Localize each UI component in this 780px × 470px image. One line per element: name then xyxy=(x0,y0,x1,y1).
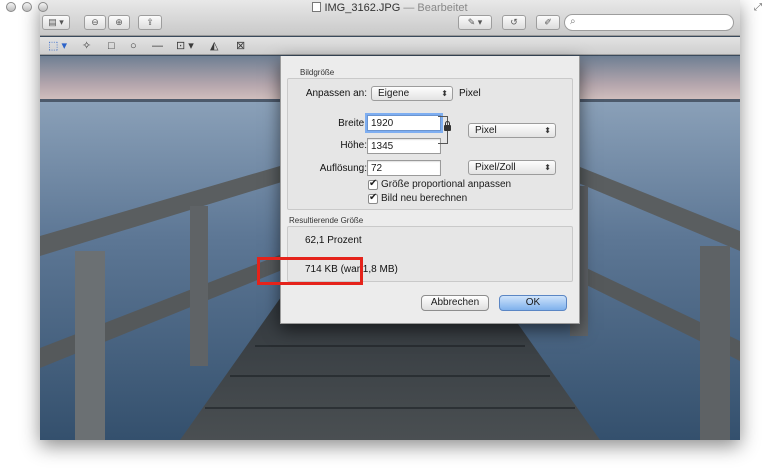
title-bar: IMG_3162.JPG — Bearbeitet ▤ ▾ ⊖ ⊕ ⇪ ✎ ▾ … xyxy=(40,0,740,36)
oval-shape-icon[interactable]: ○ xyxy=(130,39,137,53)
share-button[interactable]: ⇪ xyxy=(138,15,162,30)
fit-popup[interactable]: Eigene ⬍ xyxy=(371,86,453,101)
width-label: Breite: xyxy=(338,118,367,129)
resolution-unit-popup[interactable]: Pixel/Zoll ⬍ xyxy=(468,160,556,175)
preview-window: IMG_3162.JPG — Bearbeitet ▤ ▾ ⊖ ⊕ ⇪ ✎ ▾ … xyxy=(40,0,740,440)
sidebar-view-button[interactable]: ▤ ▾ xyxy=(42,15,70,30)
checkbox-checked-icon xyxy=(368,178,378,190)
fit-label: Anpassen an: xyxy=(305,88,367,99)
rotate-button[interactable]: ↺ xyxy=(502,15,526,30)
height-label: Höhe: xyxy=(340,140,367,151)
window-title-text: IMG_3162.JPG xyxy=(324,2,401,14)
adjust-color-icon[interactable]: ◭ xyxy=(210,39,218,53)
ok-button[interactable]: OK xyxy=(499,295,567,311)
close-window-icon[interactable] xyxy=(6,2,16,12)
zoom-window-icon[interactable] xyxy=(38,2,48,12)
fullscreen-icon[interactable]: ⤢ xyxy=(754,2,762,13)
chevron-updown-icon: ⬍ xyxy=(441,89,448,98)
selection-tool-icon[interactable]: ⬚ ▾ xyxy=(48,39,67,53)
resolution-unit-value: Pixel/Zoll xyxy=(475,162,516,173)
chevron-updown-icon: ⬍ xyxy=(544,163,551,172)
search-field[interactable]: ⌕ xyxy=(564,14,734,31)
edit-toolbar-button[interactable]: ✐ xyxy=(536,15,560,30)
resolution-label: Auflösung: xyxy=(319,163,367,174)
scale-proportional-label: Größe proportional anpassen xyxy=(381,179,512,190)
chevron-updown-icon: ⬍ xyxy=(544,126,551,135)
scale-proportional-checkbox[interactable]: Größe proportional anpassen xyxy=(368,178,512,190)
edit-toolbar: ⬚ ▾ ✧ □ ○ — ⊡ ▾ ◭ ⊠ xyxy=(40,37,740,55)
unit-popup[interactable]: Pixel ⬍ xyxy=(468,123,556,138)
search-input[interactable] xyxy=(581,16,729,29)
resample-checkbox[interactable]: Bild neu berechnen xyxy=(368,192,468,204)
minimize-window-icon[interactable] xyxy=(22,2,32,12)
markup-pen-button[interactable]: ✎ ▾ xyxy=(458,15,492,30)
line-shape-icon[interactable]: — xyxy=(152,39,163,53)
zoom-in-button[interactable]: ⊕ xyxy=(108,15,130,30)
search-icon: ⌕ xyxy=(570,16,576,27)
unit-popup-value: Pixel xyxy=(475,125,497,136)
result-percent: 62,1 Prozent xyxy=(305,235,362,246)
resample-label: Bild neu berechnen xyxy=(381,193,468,204)
width-field[interactable]: 1920 xyxy=(367,115,441,131)
window-title: IMG_3162.JPG — Bearbeitet xyxy=(40,2,740,14)
text-box-icon[interactable]: ⊡ ▾ xyxy=(176,39,194,53)
document-icon xyxy=(312,2,322,12)
result-group-title: Resultierende Größe xyxy=(289,216,364,225)
cancel-button[interactable]: Abbrechen xyxy=(421,295,489,311)
checkbox-checked-icon xyxy=(368,192,378,204)
crop-icon[interactable]: ⊠ xyxy=(236,39,245,53)
fit-popup-value: Eigene xyxy=(378,88,410,99)
size-highlight-box xyxy=(257,257,363,285)
instant-alpha-icon[interactable]: ✧ xyxy=(82,39,91,53)
resolution-field[interactable]: 72 xyxy=(367,160,441,176)
rectangle-shape-icon[interactable]: □ xyxy=(108,39,115,53)
window-title-status: — Bearbeitet xyxy=(403,2,468,14)
fit-unit-label: Pixel xyxy=(459,88,481,99)
window-controls xyxy=(6,2,48,12)
image-size-group-title: Bildgröße xyxy=(300,68,335,77)
lock-icon[interactable] xyxy=(444,121,451,134)
height-field[interactable]: 1345 xyxy=(367,138,441,154)
zoom-out-button[interactable]: ⊖ xyxy=(84,15,106,30)
